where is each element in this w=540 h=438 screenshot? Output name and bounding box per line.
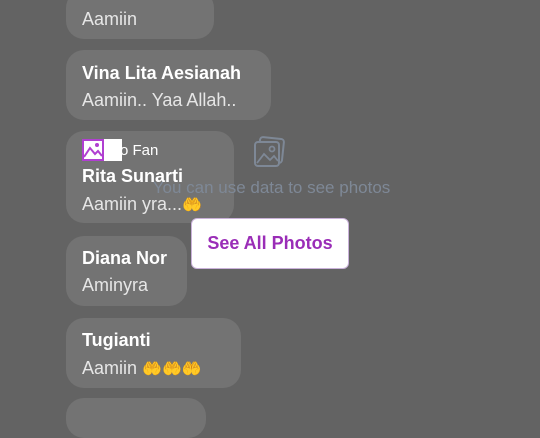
comment-bubble[interactable]: Aamiin <box>66 0 214 39</box>
see-all-photos-button[interactable]: See All Photos <box>191 218 349 269</box>
comment-text-body: Aamiin yra... <box>82 194 183 214</box>
fan-badge-label: o Fan <box>120 141 159 159</box>
comment-bubble[interactable] <box>66 398 206 438</box>
fan-badge: o Fan <box>82 139 158 161</box>
comment-text: Aamiin 🤲🤲🤲 <box>82 357 202 381</box>
comment-bubble[interactable]: Tugianti Aamiin 🤲🤲🤲 <box>66 318 241 388</box>
image-icon <box>82 139 104 161</box>
commenter-name[interactable]: Vina Lita Aesianah <box>82 62 241 84</box>
raising-hands-emoji: 🤲🤲🤲 <box>142 361 202 378</box>
raising-hands-emoji: 🤲 <box>182 197 202 214</box>
comment-text: Aamiin.. Yaa Allah.. <box>82 90 237 110</box>
image-icon <box>254 136 285 167</box>
comment-text: Aamiin <box>82 9 138 29</box>
comment-text: Aamiin yra...🤲 <box>82 193 202 217</box>
comment-text: Aminyra <box>82 275 149 295</box>
comment-text-body: Aamiin <box>82 358 143 378</box>
commenter-name[interactable]: Diana Nor <box>82 247 167 269</box>
commenter-name[interactable]: Tugianti <box>82 329 151 351</box>
comment-bubble[interactable]: Diana Nor Aminyra <box>66 236 187 306</box>
commenter-name[interactable]: Rita Sunarti <box>82 165 183 187</box>
comment-bubble[interactable]: Vina Lita Aesianah Aamiin.. Yaa Allah.. <box>66 50 271 120</box>
